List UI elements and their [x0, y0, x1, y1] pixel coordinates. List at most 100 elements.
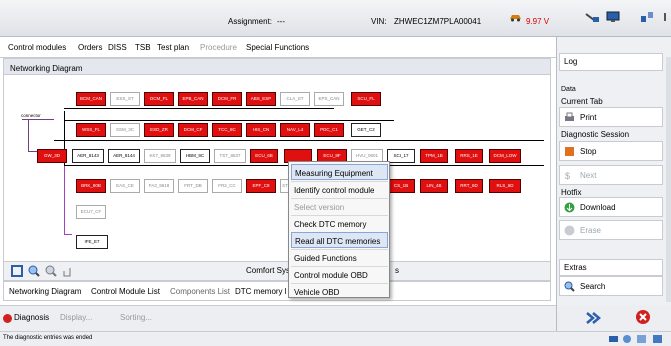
- erase-icon: [564, 225, 575, 236]
- tab-orders[interactable]: Orders: [78, 43, 102, 52]
- menu-item-guided-functions[interactable]: Guided Functions: [291, 249, 388, 265]
- module-box[interactable]: PDC_C1: [314, 123, 344, 137]
- module-box[interactable]: EAS_CE: [110, 179, 140, 193]
- module-box[interactable]: KK7_8639: [144, 149, 176, 163]
- svg-text:$: $: [565, 171, 570, 181]
- connector-line: [22, 119, 54, 120]
- info-icon[interactable]: [661, 11, 669, 23]
- module-box[interactable]: AER_8144: [108, 149, 140, 163]
- module-box[interactable]: ESD_ZR: [144, 123, 174, 137]
- module-box[interactable]: GW_3D: [37, 149, 67, 163]
- module-box[interactable]: TST_8637: [214, 149, 246, 163]
- module-box[interactable]: DCM_CF: [178, 123, 208, 137]
- module-box[interactable]: AER_8143: [72, 149, 104, 163]
- context-menu: Measuring Equipment Identify control mod…: [288, 161, 390, 298]
- tab-components-list[interactable]: Components List: [170, 287, 230, 296]
- menu-item-select-version: Select version: [291, 198, 388, 214]
- data-header: Data: [561, 86, 576, 93]
- module-box[interactable]: FR2_CC: [212, 179, 242, 193]
- module-box[interactable]: RRS_1E: [455, 149, 483, 163]
- log-header[interactable]: Log: [559, 53, 663, 71]
- module-box[interactable]: ECU7_CF: [76, 205, 106, 219]
- module-box[interactable]: IFE_E7: [76, 235, 108, 249]
- next-button[interactable]: $ Next: [559, 165, 663, 185]
- menu-item-read-all-dtc-memories[interactable]: Read all DTC memories: [291, 232, 388, 248]
- stop-icon: [564, 146, 575, 157]
- module-box[interactable]: EPF_C8: [246, 179, 276, 193]
- right-scrollbar[interactable]: [666, 57, 671, 302]
- close-icon[interactable]: [636, 310, 650, 324]
- sorting-button[interactable]: Sorting...: [120, 313, 152, 322]
- network-icon[interactable]: [640, 11, 654, 23]
- tab-test-plan[interactable]: Test plan: [157, 43, 189, 52]
- module-box[interactable]: CS_1B: [387, 179, 415, 193]
- module-box[interactable]: EPS_CAN: [314, 92, 344, 106]
- search-label: Search: [580, 282, 606, 291]
- module-box[interactable]: FA3_9618: [144, 179, 174, 193]
- module-box[interactable]: FRT_DB: [178, 179, 208, 193]
- module-box[interactable]: NAV_L4: [280, 123, 310, 137]
- bus-line: [54, 140, 544, 141]
- search-button[interactable]: Search: [559, 276, 663, 296]
- tab-dtc-memory[interactable]: DTC memory l: [235, 287, 287, 296]
- tab-control-modules[interactable]: Control modules: [8, 43, 66, 52]
- diagnostic-session-label: Diagnostic Session: [561, 130, 630, 139]
- display-button[interactable]: Display...: [60, 313, 92, 322]
- menu-item-measuring-equipment[interactable]: Measuring Equipment: [291, 164, 388, 180]
- print-button[interactable]: Print: [559, 107, 663, 127]
- nav-bar: [556, 305, 671, 331]
- module-box[interactable]: RRT_6D: [455, 179, 483, 193]
- module-box[interactable]: HBM_9C: [180, 149, 210, 163]
- diagnosis-icon: [3, 314, 12, 323]
- module-box[interactable]: BCM_CAN: [76, 92, 106, 106]
- main-tabs: Control modules Orders DISS TSB Test pla…: [0, 37, 556, 58]
- tab-networking-diagram[interactable]: Networking Diagram: [9, 287, 81, 296]
- forward-icon[interactable]: [585, 311, 601, 325]
- tab-diss[interactable]: DISS: [108, 43, 127, 52]
- status-icons: [609, 334, 665, 344]
- next-label: Next: [580, 171, 597, 180]
- module-box[interactable]: BRK_80B: [76, 179, 106, 193]
- erase-button[interactable]: Erase: [559, 220, 663, 240]
- menu-item-control-module-obd[interactable]: Control module OBD: [291, 266, 388, 282]
- monitor-icon[interactable]: [606, 11, 620, 23]
- menu-item-vehicle-obd[interactable]: Vehicle OBD: [291, 283, 388, 299]
- fit-icon[interactable]: [11, 265, 23, 277]
- diagnosis-button[interactable]: Diagnosis: [14, 313, 49, 322]
- zoom-out-icon[interactable]: [45, 265, 57, 277]
- module-box[interactable]: GET_C2: [351, 123, 381, 137]
- module-box[interactable]: DCM_FR: [212, 92, 242, 106]
- download-button[interactable]: Download: [559, 197, 663, 217]
- zoom-in-icon[interactable]: [28, 265, 40, 277]
- tab-control-module-list[interactable]: Control Module List: [91, 287, 160, 296]
- download-label: Download: [580, 203, 616, 212]
- next-icon: $: [564, 170, 575, 181]
- module-box[interactable]: ESS_ST: [110, 92, 140, 106]
- menu-item-identify-control-module[interactable]: Identify control module: [291, 181, 388, 197]
- menu-item-check-dtc-memory[interactable]: Check DTC memory: [291, 215, 388, 231]
- stop-button[interactable]: Stop: [559, 141, 663, 161]
- assignment-value: ---: [277, 17, 285, 26]
- module-box[interactable]: TCC_8C: [212, 123, 242, 137]
- module-box[interactable]: EPB_CAN: [178, 92, 208, 106]
- module-box[interactable]: TPM_1B: [420, 149, 448, 163]
- vin-label: VIN:: [371, 17, 387, 26]
- tab-tsb[interactable]: TSB: [135, 43, 151, 52]
- tab-special-functions[interactable]: Special Functions: [246, 43, 309, 52]
- module-box[interactable]: SCI_17: [387, 149, 415, 163]
- module-box[interactable]: DCM_LOW: [489, 149, 521, 163]
- module-box[interactable]: HIS_CN: [246, 123, 276, 137]
- erase-label: Erase: [580, 226, 601, 235]
- module-box[interactable]: SCU_FL: [351, 92, 381, 106]
- module-box[interactable]: LIN_4B: [420, 179, 448, 193]
- module-box[interactable]: ECU_6B: [250, 149, 278, 163]
- module-box[interactable]: CLA_ST: [280, 92, 310, 106]
- module-box[interactable]: WSS_FL: [76, 123, 106, 137]
- extras-header[interactable]: Extras: [559, 259, 663, 276]
- module-box[interactable]: ABS_ESP: [246, 92, 276, 106]
- module-box[interactable]: RLS_6D: [489, 179, 521, 193]
- hand-icon[interactable]: [62, 265, 72, 277]
- module-box[interactable]: SSM_3C: [110, 123, 140, 137]
- module-box[interactable]: DCM_FL: [144, 92, 174, 106]
- bus-line: [64, 159, 65, 234]
